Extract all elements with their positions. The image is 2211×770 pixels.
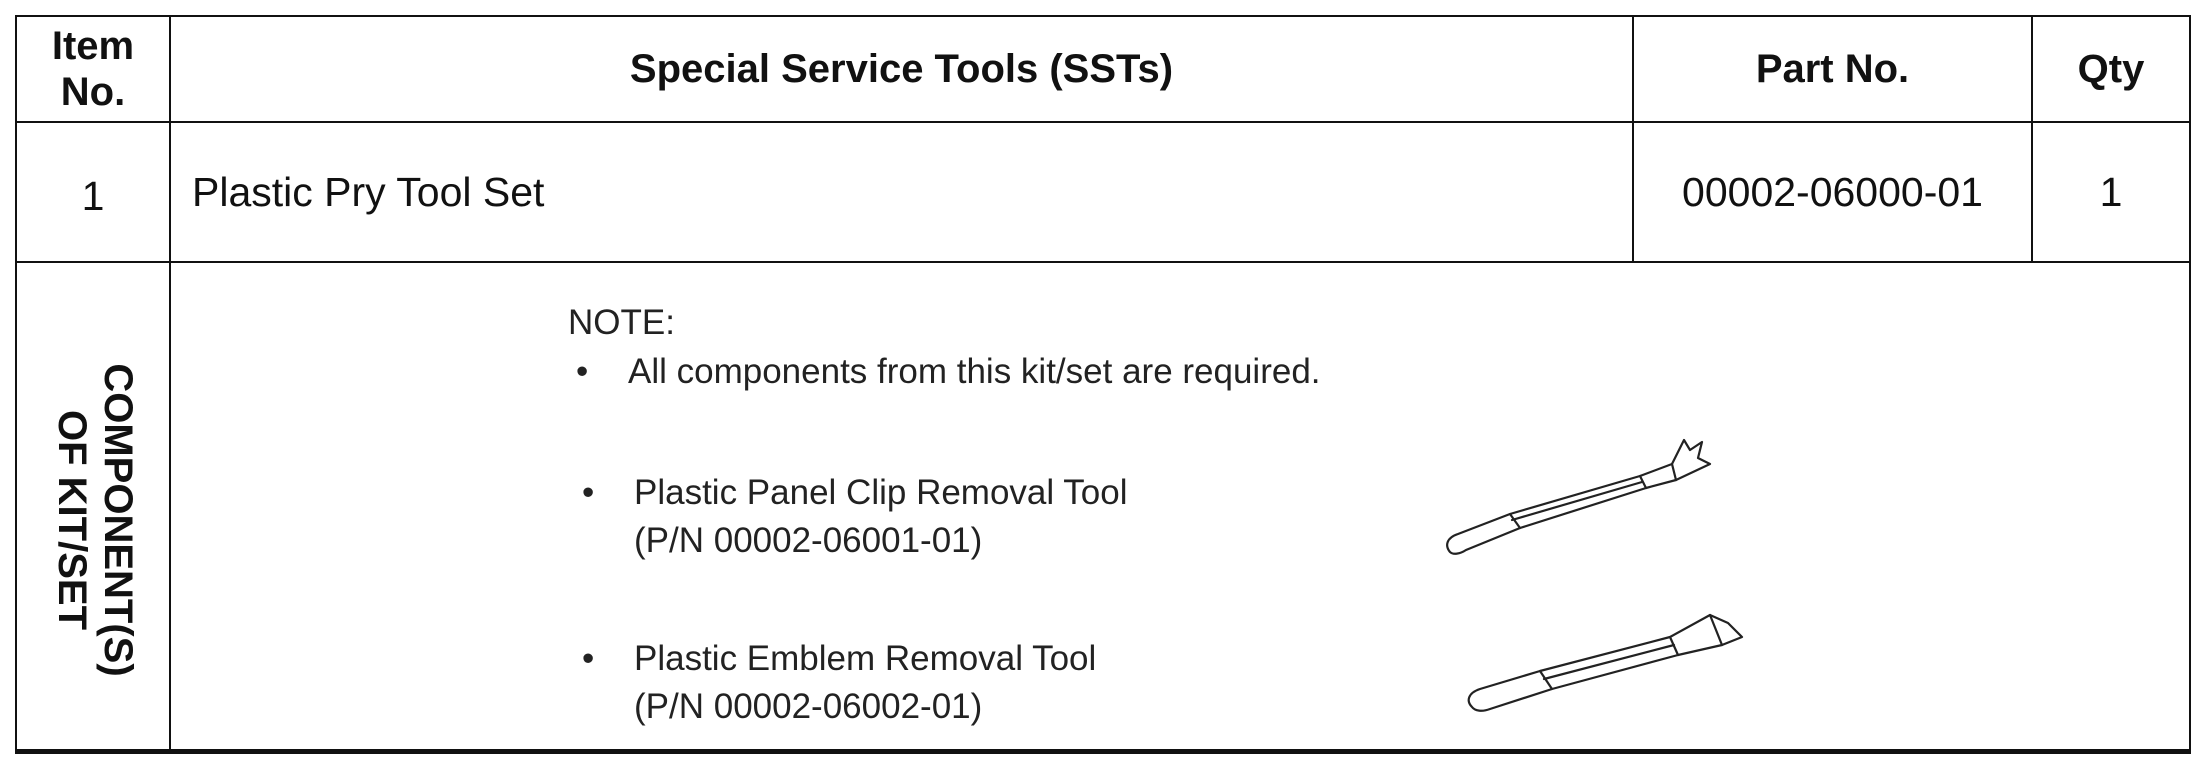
header-item-no-line2: No. <box>60 70 126 114</box>
header-qty: Qty <box>2033 17 2189 121</box>
row-qty: 1 <box>2033 123 2189 261</box>
row-part-no-text: 00002-06000-01 <box>1682 168 1983 215</box>
component-item-1: • Plastic Panel Clip Removal Tool (P/N 0… <box>582 469 1342 565</box>
header-qty-label: Qty <box>2077 47 2145 91</box>
bullet-dot: • <box>582 473 595 512</box>
table-border-bottom <box>15 749 2191 754</box>
header-sst: Special Service Tools (SSTs) <box>171 17 1632 121</box>
row-tool-name: Plastic Pry Tool Set <box>192 123 1612 261</box>
component-item-2: • Plastic Emblem Removal Tool (P/N 00002… <box>582 635 1342 731</box>
component-1-name: Plastic Panel Clip Removal Tool <box>634 473 1128 512</box>
header-part-no-label: Part No. <box>1755 47 1910 91</box>
panel-clip-removal-tool-icon <box>1446 438 1712 555</box>
note-bullet-text: All components from this kit/set are req… <box>628 352 1321 391</box>
row-part-no: 00002-06000-01 <box>1634 123 2031 261</box>
components-side-label-line2: OF KIT/SET <box>50 410 94 630</box>
table-row-divider <box>15 261 2191 263</box>
component-2-part: (P/N 00002-06002-01) <box>634 687 983 726</box>
sst-table: Item No. Special Service Tools (SSTs) Pa… <box>0 0 2211 768</box>
components-side-label: COMPONENT(S) OF KIT/SET <box>20 265 170 765</box>
bullet-dot: • <box>582 639 595 678</box>
row-item-number: 1 <box>17 123 169 261</box>
header-sst-label: Special Service Tools (SSTs) <box>629 47 1174 91</box>
components-side-label-text: COMPONENT(S) OF KIT/SET <box>49 270 141 770</box>
header-part-no: Part No. <box>1634 17 2031 121</box>
header-item-no: Item No. <box>17 17 169 121</box>
component-1-part: (P/N 00002-06001-01) <box>634 521 983 560</box>
table-border-right <box>2189 15 2191 754</box>
row-item-number-text: 1 <box>81 173 105 219</box>
row-qty-text: 1 <box>2099 168 2123 215</box>
components-side-label-line1: COMPONENT(S) <box>96 363 140 677</box>
header-item-no-line1: Item <box>51 24 135 68</box>
note-bullet: • All components from this kit/set are r… <box>576 348 1476 396</box>
emblem-removal-tool-icon <box>1467 613 1744 712</box>
component-2-name: Plastic Emblem Removal Tool <box>634 639 1097 678</box>
bullet-dot: • <box>576 352 589 391</box>
row-tool-name-text: Plastic Pry Tool Set <box>192 168 545 215</box>
note-title: NOTE: <box>568 303 675 342</box>
